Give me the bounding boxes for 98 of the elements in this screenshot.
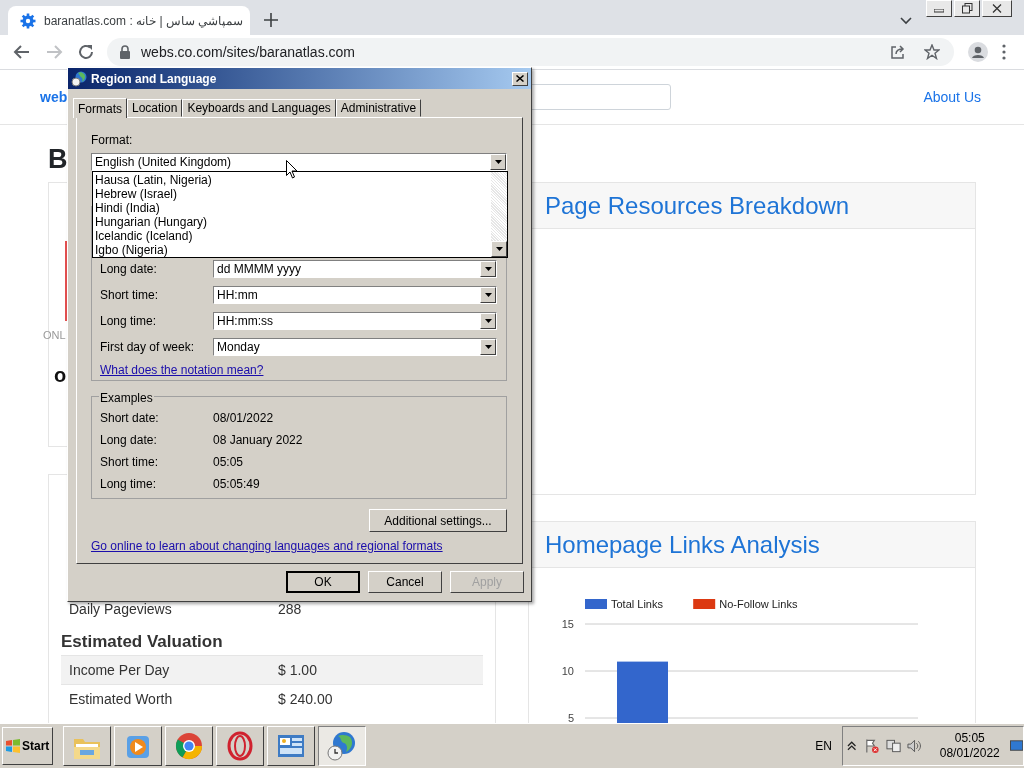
lock-icon	[119, 45, 131, 59]
section-heading: Estimated Valuation	[61, 631, 224, 653]
list-item[interactable]: Icelandic (Iceland)	[95, 229, 491, 243]
network-icon[interactable]	[885, 738, 901, 754]
globe-clock-icon	[71, 70, 87, 87]
example-label: Long time:	[100, 476, 158, 493]
format-dropdown[interactable]: dd MMMM yyyy	[213, 260, 497, 278]
help-link[interactable]: Go online to learn about changing languages and regional formats	[91, 537, 443, 555]
tab[interactable]: Location	[127, 99, 183, 117]
browser-icon	[173, 730, 205, 762]
row-value: $ 240.00	[278, 689, 333, 709]
start-button[interactable]: Start	[2, 727, 53, 765]
flag-icon[interactable]	[864, 738, 880, 754]
tab[interactable]: Formats	[73, 98, 127, 118]
row-label: Income Per Day	[68, 660, 171, 680]
clock-time[interactable]: 05:05	[954, 731, 985, 746]
row-label: Daily Pageviews	[68, 599, 173, 619]
format-dropdown[interactable]: Monday	[213, 338, 497, 356]
close-icon	[516, 75, 524, 82]
dialog-button[interactable]: Cancel	[368, 571, 442, 593]
dropdown-arrow-icon	[484, 319, 492, 323]
restore-button[interactable]	[954, 0, 980, 17]
chart-bar	[617, 661, 668, 723]
tab-title: baranatlas.com : سمپاشي ساس | خانه	[44, 12, 244, 30]
list-item[interactable]: Hausa (Latin, Nigeria)	[95, 173, 491, 187]
axis-tick-label: 10	[561, 665, 574, 677]
dialog-button[interactable]: OK	[286, 571, 360, 593]
field-label: Long time:	[100, 313, 158, 330]
field-label: Format:	[91, 133, 133, 147]
dropdown-arrow-icon	[484, 293, 492, 297]
language-indicator[interactable]: EN	[815, 737, 832, 755]
clock-date[interactable]: 08/01/2022	[939, 746, 1000, 761]
show-desktop-icon[interactable]	[1009, 739, 1023, 753]
page-title: B	[48, 143, 68, 177]
example-value: 08/01/2022	[213, 410, 274, 427]
url-text: webs.co.com/sites/baranatlas.com	[141, 42, 355, 62]
globe-clock-icon	[326, 730, 358, 762]
additional-settings-button[interactable]: Additional settings...	[369, 509, 507, 532]
site-logo[interactable]: web	[40, 86, 68, 108]
minimize-button[interactable]	[926, 0, 952, 17]
format-dropdown[interactable]: English (United Kingdom)	[91, 153, 507, 171]
axis-tick-label: 15	[561, 618, 574, 630]
scroll-down-icon	[495, 247, 503, 251]
window-title: Region and Language	[91, 70, 217, 88]
browser-tab[interactable]: baranatlas.com : سمپاشي ساس | خانه	[8, 6, 250, 35]
close-button[interactable]	[512, 71, 528, 86]
field-label: Short time:	[100, 287, 160, 304]
card-title: Homepage Links Analysis	[545, 529, 820, 560]
nav-link[interactable]: About Us	[923, 86, 981, 108]
list-item[interactable]: Hindi (India)	[95, 201, 491, 215]
format-dropdown[interactable]: HH:mm:ss	[213, 312, 497, 330]
chevron-up-icon[interactable]	[847, 741, 857, 751]
close-icon	[992, 4, 1002, 13]
scrollbar[interactable]	[491, 172, 507, 257]
back-icon[interactable]	[13, 43, 31, 61]
legend-label: Total Links	[611, 598, 663, 610]
example-value: 08 January 2022	[213, 432, 303, 449]
reload-icon[interactable]	[77, 43, 95, 61]
row-label: Estimated Worth	[68, 689, 174, 709]
card-title: Page Resources Breakdown	[545, 190, 850, 221]
format-dropdown[interactable]: HH:mm	[213, 286, 497, 304]
field-label: Long date:	[100, 261, 158, 278]
start-label: Start	[22, 738, 50, 755]
example-value: 05:05	[213, 454, 244, 471]
status-text: ONL	[43, 328, 66, 343]
dropdown-arrow-icon	[494, 160, 502, 164]
windows-logo-icon	[6, 739, 20, 753]
axis-tick-label: 5	[567, 712, 574, 723]
menu-icon[interactable]	[1002, 44, 1006, 60]
card-subtitle: o	[54, 362, 67, 388]
star-icon[interactable]	[924, 44, 940, 60]
taskbar-app[interactable]	[318, 726, 366, 766]
dropdown-arrow-icon	[484, 267, 492, 271]
list-item[interactable]: Igbo (Nigeria)	[95, 243, 491, 257]
row-value: 288	[278, 599, 302, 619]
list-item[interactable]: Hebrew (Israel)	[95, 187, 491, 201]
new-tab-icon[interactable]	[264, 13, 278, 27]
example-value: 05:05:49	[213, 476, 260, 493]
field-label: First day of week:	[100, 339, 196, 356]
profile-icon[interactable]	[968, 42, 988, 62]
speaker-icon[interactable]	[906, 738, 922, 754]
dropdown-arrow-icon	[484, 345, 492, 349]
share-icon[interactable]	[890, 44, 906, 60]
close-button[interactable]	[982, 0, 1012, 17]
list-item[interactable]: Hungarian (Hungary)	[95, 215, 491, 229]
gear-icon	[20, 12, 36, 29]
example-label: Short time:	[100, 454, 160, 471]
example-label: Long date:	[100, 432, 158, 449]
help-link[interactable]: What does the notation mean?	[100, 361, 264, 379]
address-bar[interactable]: webs.co.com/sites/baranatlas.com	[107, 38, 954, 66]
restore-icon	[961, 3, 973, 14]
tab[interactable]: Administrative	[335, 99, 422, 117]
row-value: $ 1.00	[278, 660, 317, 680]
chevron-down-icon[interactable]	[900, 17, 912, 25]
tab[interactable]: Keyboards and Languages	[182, 99, 336, 117]
legend-label: No-Follow Links	[719, 598, 798, 610]
minimize-icon	[934, 9, 944, 13]
example-label: Short date:	[100, 410, 160, 427]
